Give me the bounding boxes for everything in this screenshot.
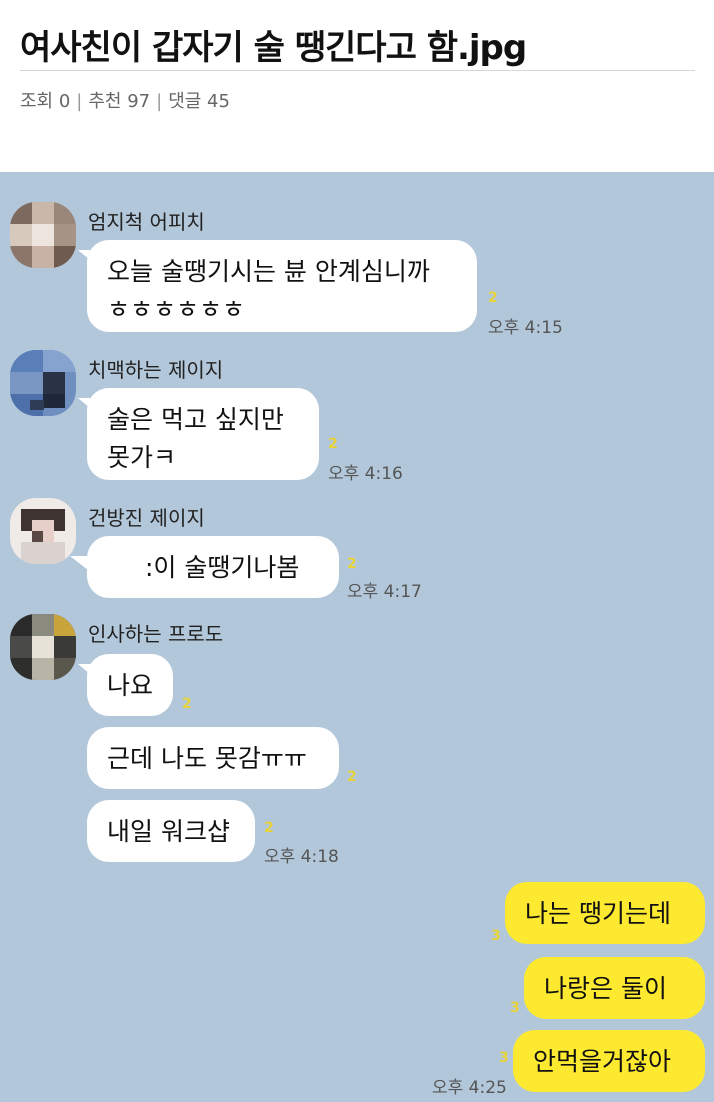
post-header: 여사친이 갑자기 술 땡긴다고 함.jpg 조회 0 | 추천 97 | 댓글 45	[0, 0, 714, 172]
message-bubble[interactable]: 근데 나도 못감ㅠㅠ	[87, 727, 339, 789]
comment-count[interactable]: 댓글 45	[168, 87, 230, 113]
message-bubble[interactable]: 오늘 술땡기시는 뷴 안계심니까 ㅎㅎㅎㅎㅎㅎ	[87, 240, 477, 332]
message-text: 나랑은 둘이	[544, 974, 667, 1003]
message-text: :이 술땡기나봄	[145, 553, 300, 582]
unread-count: 2	[328, 436, 338, 452]
message-time: 오후 4:18	[264, 847, 339, 867]
avatar-blurred	[10, 498, 76, 564]
message-bubble[interactable]: :이 술땡기나봄	[87, 536, 339, 598]
message-text: 내일 워크샵	[107, 817, 230, 846]
unread-count: 2	[182, 696, 192, 712]
avatar-blurred	[10, 614, 76, 680]
meta-separator: |	[76, 91, 83, 112]
message-time: 오후 4:25	[432, 1078, 507, 1098]
message-text: 못가ㅋ	[107, 443, 177, 472]
message-text: 나는 땡기는데	[525, 899, 671, 928]
message-bubble[interactable]: 내일 워크샵	[87, 800, 255, 862]
unread-count: 2	[264, 820, 274, 836]
unread-count: 3	[510, 1000, 520, 1016]
message-time: 오후 4:17	[347, 582, 422, 602]
unread-count: 2	[347, 769, 357, 785]
unread-count: 3	[491, 928, 501, 944]
message-bubble[interactable]: 나요	[87, 654, 173, 716]
views-count: 조회 0	[20, 91, 71, 112]
sender-name: 건방진 제이지	[88, 506, 205, 530]
message-bubble[interactable]: 술은 먹고 싶지만 못가ㅋ	[87, 388, 319, 480]
unread-count: 3	[499, 1050, 509, 1066]
title-divider	[20, 70, 695, 71]
my-message-bubble[interactable]: 안먹을거잖아	[513, 1030, 705, 1092]
bubble-tail	[70, 556, 88, 570]
sender-name: 인사하는 프로도	[88, 622, 224, 646]
sender-name: 치맥하는 제이지	[88, 358, 224, 382]
post-meta: 조회 0 | 추천 97 | 댓글 45	[20, 87, 230, 113]
unread-count: 2	[488, 290, 498, 306]
avatar-blurred	[10, 350, 76, 416]
message-text: 오늘 술땡기시는 뷴 안계심니까	[107, 257, 430, 286]
message-text: ㅎㅎㅎㅎㅎㅎ	[107, 295, 246, 324]
post-title: 여사친이 갑자기 술 땡긴다고 함.jpg	[20, 28, 527, 68]
avatar-blurred	[10, 202, 76, 268]
message-text: 근데 나도 못감ㅠㅠ	[107, 744, 307, 773]
chat-screenshot: 엄지척 어피치 오늘 술땡기시는 뷴 안계심니까 ㅎㅎㅎㅎㅎㅎ 2 오후 4:1…	[0, 172, 714, 1102]
my-message-bubble[interactable]: 나랑은 둘이	[524, 957, 705, 1019]
message-text: 안먹을거잖아	[533, 1047, 672, 1076]
message-time: 오후 4:16	[328, 464, 403, 484]
message-text: 술은 먹고 싶지만	[107, 405, 284, 434]
message-text: 나요	[107, 671, 154, 700]
message-time: 오후 4:15	[488, 318, 563, 338]
sender-name: 엄지척 어피치	[88, 210, 205, 234]
my-message-bubble[interactable]: 나는 땡기는데	[505, 882, 705, 944]
meta-separator: |	[156, 91, 163, 112]
unread-count: 2	[347, 556, 357, 572]
recommend-count[interactable]: 추천 97	[88, 87, 150, 113]
